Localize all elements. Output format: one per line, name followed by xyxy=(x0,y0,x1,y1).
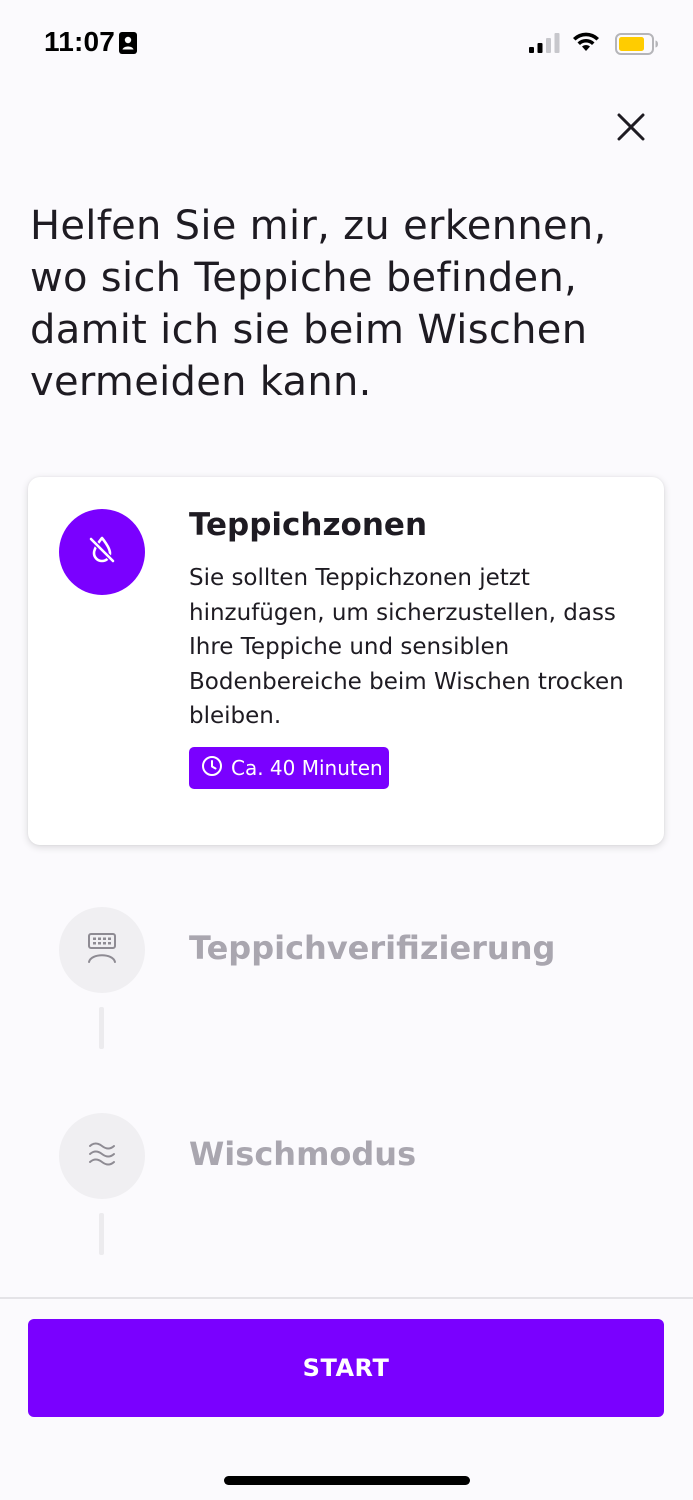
battery-level xyxy=(619,37,644,51)
step-icon-badge xyxy=(59,1113,145,1199)
start-button[interactable]: START xyxy=(28,1319,664,1417)
step-connector xyxy=(99,1007,104,1049)
duration-label: Ca. 40 Minuten xyxy=(231,756,383,780)
duration-badge: Ca. 40 Minuten xyxy=(189,747,389,789)
step-title: Teppichverifizierung xyxy=(189,929,556,967)
carpet-verify-icon xyxy=(85,931,119,969)
step-title: Wischmodus xyxy=(189,1135,417,1173)
wifi-icon xyxy=(571,30,601,58)
clock-icon xyxy=(201,755,223,781)
step-connector xyxy=(99,1213,104,1255)
step-carpet-verification: Teppichverifizierung xyxy=(0,907,693,997)
battery-icon xyxy=(615,33,659,59)
close-button[interactable] xyxy=(608,106,654,152)
close-icon xyxy=(616,112,646,146)
step-title: Teppichzonen xyxy=(189,507,428,543)
cellular-signal-icon xyxy=(529,32,561,58)
status-bar: 11:07 xyxy=(0,0,693,90)
step-icon-badge xyxy=(59,509,145,595)
step-description: Sie sollten Teppichzonen jetzt hinzufüge… xyxy=(189,565,624,729)
wave-mop-icon xyxy=(87,1140,117,1172)
id-card-icon xyxy=(118,31,138,59)
home-indicator[interactable] xyxy=(224,1476,470,1485)
status-time: 11:07 xyxy=(44,26,116,57)
step-mop-mode: Wischmodus xyxy=(0,1113,693,1203)
footer-divider xyxy=(0,1297,693,1299)
no-water-drop-icon xyxy=(87,535,117,569)
step-card-carpet-zones[interactable]: Teppichzonen Sie sollten Teppichzonen je… xyxy=(28,477,664,845)
step-icon-badge xyxy=(59,907,145,993)
page-title: Helfen Sie mir, zu erkennen, wo sich Tep… xyxy=(30,203,607,405)
